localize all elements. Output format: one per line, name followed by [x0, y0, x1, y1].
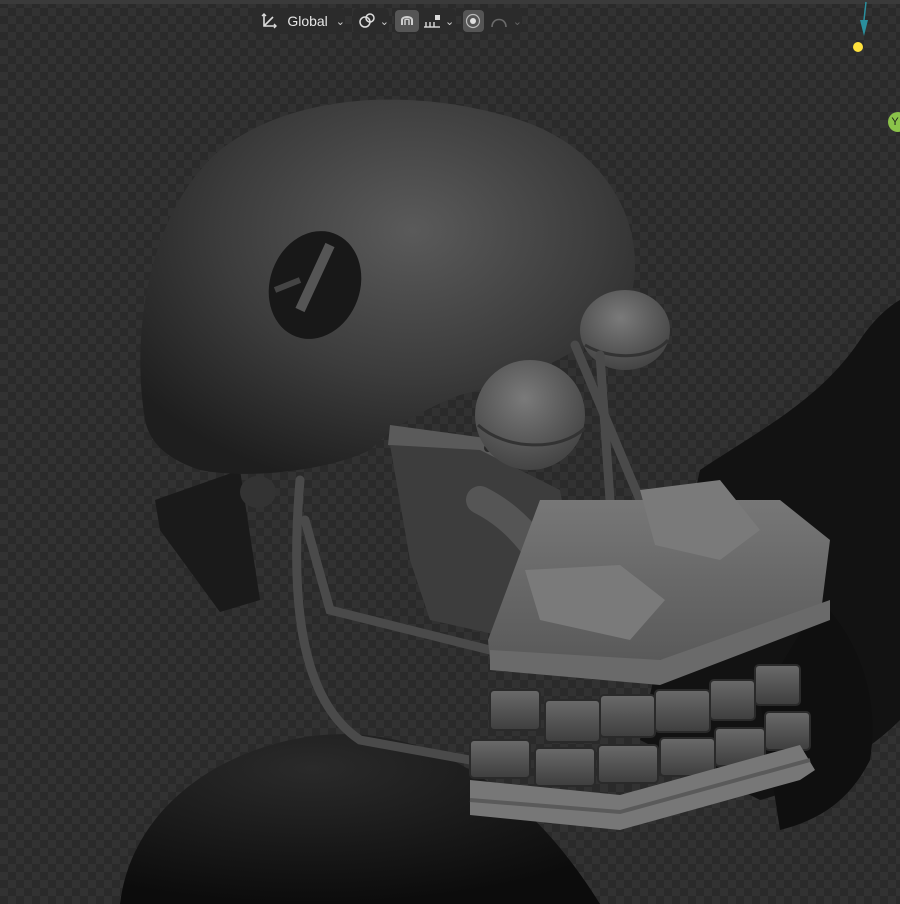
snap-group: ⌄ [394, 8, 456, 34]
proportional-editing-icon[interactable] [463, 10, 484, 32]
pivot-point-icon [357, 8, 378, 34]
snap-increment-icon[interactable] [421, 8, 443, 34]
falloff-curve-icon[interactable] [488, 8, 511, 34]
transform-orientation-label: Global [287, 13, 328, 29]
proportional-editing-group: ⌄ [461, 8, 522, 34]
3d-viewport[interactable]: Global ⌄ ⌄ ⌄ ⌄ Y [0, 0, 900, 904]
transform-orientation-icon [256, 8, 281, 34]
viewport-header: Global ⌄ ⌄ ⌄ ⌄ [0, 4, 900, 36]
y-axis-label: Y [891, 116, 899, 128]
snap-magnet-icon[interactable] [395, 10, 419, 32]
scene-render [120, 99, 900, 904]
chevron-down-icon: ⌄ [335, 15, 345, 28]
eye-right [580, 290, 670, 370]
chevron-down-icon[interactable]: ⌄ [445, 15, 454, 28]
navigation-gizmo[interactable] [850, 0, 900, 60]
chevron-down-icon: ⌄ [379, 15, 389, 28]
chevron-down-icon[interactable]: ⌄ [513, 15, 522, 28]
pivot-point-dropdown[interactable]: ⌄ [353, 8, 389, 34]
eye-left [475, 360, 585, 470]
transform-orientation-dropdown[interactable]: Global ⌄ [252, 8, 345, 34]
